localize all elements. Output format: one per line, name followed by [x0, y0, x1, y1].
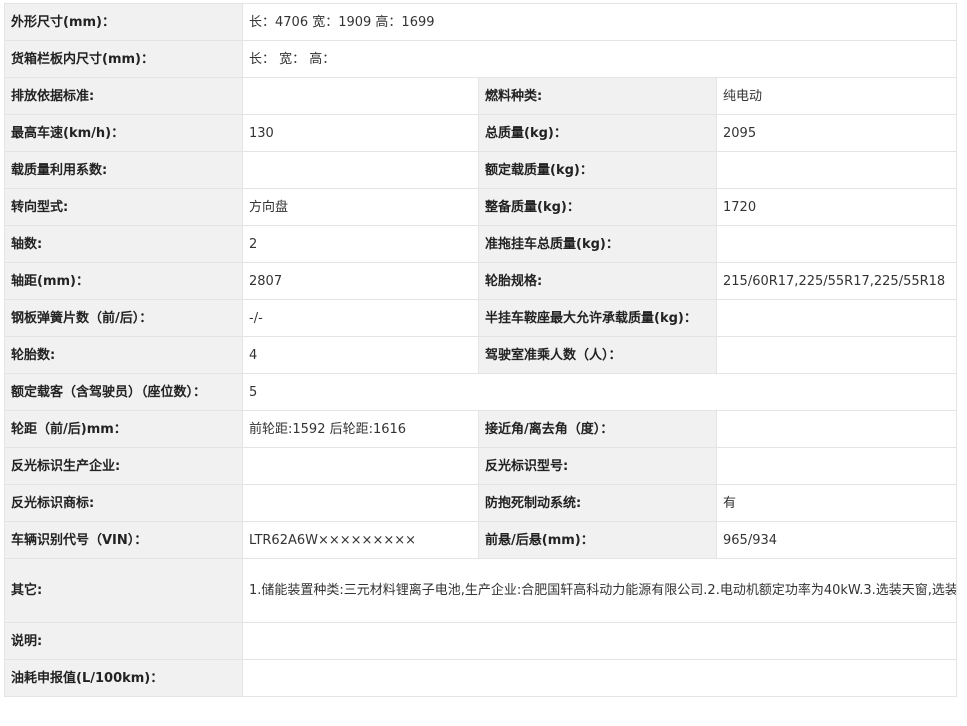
- spec-label: 燃料种类:: [478, 77, 717, 115]
- spec-label: 接近角/离去角（度）：: [478, 410, 717, 448]
- spec-label: 额定载客（含驾驶员）（座位数）：: [4, 373, 243, 411]
- spec-value: LTR62A6W×××××××××: [242, 521, 479, 559]
- spec-value: 5: [241, 373, 958, 411]
- spec-row: 说明:: [4, 622, 958, 660]
- spec-label: 轴数:: [4, 225, 243, 263]
- spec-label: 总质量(kg)：: [478, 114, 717, 152]
- spec-label: 前悬/后悬(mm)：: [478, 521, 717, 559]
- spec-label: 外形尺寸(mm)：: [4, 3, 243, 41]
- spec-value: 方向盘: [242, 188, 479, 226]
- spec-row: 轴距(mm)： 2807 轮胎规格: 215/60R17,225/55R17,225/…: [4, 262, 958, 300]
- spec-row: 轮距（前/后)mm： 前轮距:1592 后轮距:1616 接近角/离去角（度）：: [4, 410, 958, 448]
- spec-row: 货箱栏板内尺寸(mm)： 长： 宽： 高：: [4, 40, 958, 78]
- spec-value: 长： 宽： 高：: [241, 40, 958, 78]
- spec-value: 130: [242, 114, 479, 152]
- spec-value: 965/934: [715, 521, 958, 559]
- spec-row: 轮胎数: 4 驾驶室准乘人数（人）：: [4, 336, 958, 374]
- spec-value: [241, 622, 958, 660]
- spec-value: 纯电动: [715, 77, 958, 115]
- spec-row: 转向型式: 方向盘 整备质量(kg)： 1720: [4, 188, 958, 226]
- spec-value: 2095: [715, 114, 958, 152]
- spec-row: 载质量利用系数: 额定载质量(kg)：: [4, 151, 958, 189]
- spec-value: 2: [242, 225, 479, 263]
- spec-label: 轮距（前/后)mm：: [4, 410, 243, 448]
- spec-value: [241, 659, 958, 697]
- spec-row: 排放依据标准: 燃料种类: 纯电动: [4, 77, 958, 115]
- spec-value: [242, 151, 479, 189]
- spec-value: [715, 225, 958, 263]
- spec-label: 轮胎规格:: [478, 262, 717, 300]
- spec-label: 轮胎数:: [4, 336, 243, 374]
- spec-label: 反光标识型号:: [478, 447, 717, 485]
- spec-value: 有: [715, 484, 958, 522]
- spec-value: [242, 447, 479, 485]
- spec-label: 车辆识别代号（VIN）：: [4, 521, 243, 559]
- spec-value: 215/60R17,225/55R17,225/55R18: [715, 262, 958, 300]
- spec-label: 说明:: [4, 622, 243, 660]
- spec-value: 1.储能装置种类:三元材料锂离子电池,生产企业:合肥国轩高科动力能源有限公司.2…: [241, 558, 958, 623]
- spec-value: [715, 299, 958, 337]
- spec-label: 钢板弹簧片数（前/后）：: [4, 299, 243, 337]
- spec-row: 车辆识别代号（VIN）： LTR62A6W××××××××× 前悬/后悬(mm)： 9…: [4, 521, 958, 559]
- spec-row: 外形尺寸(mm)： 长：4706 宽：1909 高：1699: [4, 3, 958, 41]
- spec-value: [715, 336, 958, 374]
- spec-row: 额定载客（含驾驶员）（座位数）： 5: [4, 373, 958, 411]
- spec-row: 钢板弹簧片数（前/后）： -/- 半挂车鞍座最大允许承载质量(kg)：: [4, 299, 958, 337]
- spec-label: 反光标识生产企业:: [4, 447, 243, 485]
- spec-value: [242, 77, 479, 115]
- spec-value: [715, 447, 958, 485]
- spec-label: 防抱死制动系统:: [478, 484, 717, 522]
- spec-label: 额定载质量(kg)：: [478, 151, 717, 189]
- spec-row: 其它: 1.储能装置种类:三元材料锂离子电池,生产企业:合肥国轩高科动力能源有限公…: [4, 558, 958, 623]
- spec-label: 驾驶室准乘人数（人）：: [478, 336, 717, 374]
- spec-value: [242, 484, 479, 522]
- spec-label: 油耗申报值(L/100km)：: [4, 659, 243, 697]
- spec-value: 2807: [242, 262, 479, 300]
- spec-value: 前轮距:1592 后轮距:1616: [242, 410, 479, 448]
- spec-label: 转向型式:: [4, 188, 243, 226]
- spec-label: 准拖挂车总质量(kg)：: [478, 225, 717, 263]
- spec-row: 最高车速(km/h)： 130 总质量(kg)： 2095: [4, 114, 958, 152]
- spec-row: 反光标识商标: 防抱死制动系统: 有: [4, 484, 958, 522]
- spec-label: 载质量利用系数:: [4, 151, 243, 189]
- spec-label: 最高车速(km/h)：: [4, 114, 243, 152]
- spec-row: 反光标识生产企业: 反光标识型号:: [4, 447, 958, 485]
- spec-value: 长：4706 宽：1909 高：1699: [241, 3, 958, 41]
- spec-value: -/-: [242, 299, 479, 337]
- spec-row: 油耗申报值(L/100km)：: [4, 659, 958, 697]
- spec-label: 反光标识商标:: [4, 484, 243, 522]
- spec-label: 轴距(mm)：: [4, 262, 243, 300]
- spec-label: 整备质量(kg)：: [478, 188, 717, 226]
- spec-value: [715, 151, 958, 189]
- spec-value: [715, 410, 958, 448]
- spec-label: 半挂车鞍座最大允许承载质量(kg)：: [478, 299, 717, 337]
- spec-row: 轴数: 2 准拖挂车总质量(kg)：: [4, 225, 958, 263]
- spec-label: 排放依据标准:: [4, 77, 243, 115]
- spec-value: 4: [242, 336, 479, 374]
- spec-label: 货箱栏板内尺寸(mm)：: [4, 40, 243, 78]
- spec-label: 其它:: [4, 558, 243, 623]
- vehicle-spec-table: 外形尺寸(mm)： 长：4706 宽：1909 高：1699 货箱栏板内尺寸(mm)…: [4, 3, 958, 697]
- spec-value: 1720: [715, 188, 958, 226]
- spec-table-body: 外形尺寸(mm)： 长：4706 宽：1909 高：1699 货箱栏板内尺寸(mm)…: [4, 3, 958, 697]
